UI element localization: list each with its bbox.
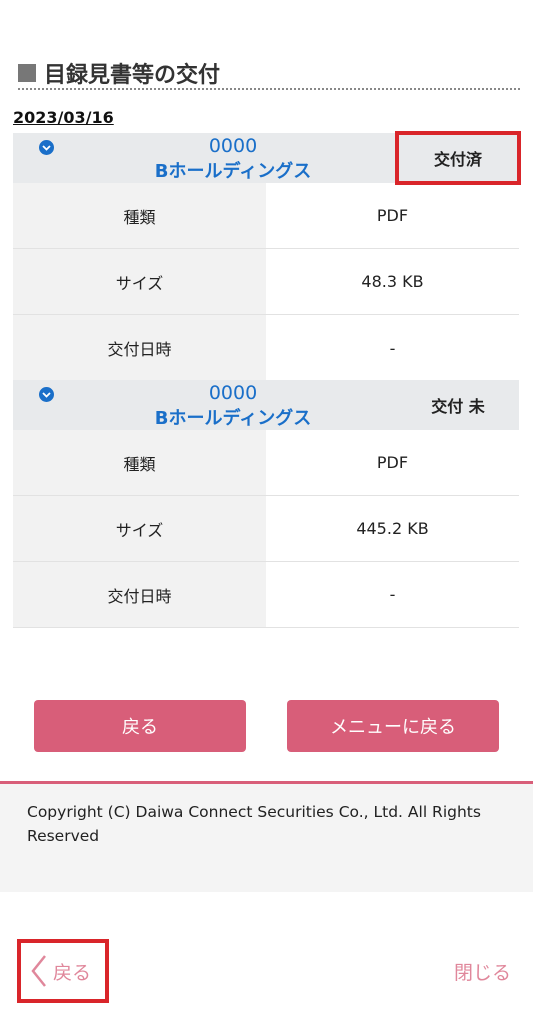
row-label: サイズ [13,249,266,314]
document-header[interactable]: 0000 Bホールディングス 交付 未 [13,380,519,430]
document-name[interactable]: Bホールディングス [133,157,333,183]
table-row: 種類 PDF [13,430,519,496]
delivery-status: 交付 未 [431,397,485,416]
bottom-back-button[interactable]: 戻る [17,939,109,1003]
chevron-down-icon[interactable] [39,387,54,402]
row-label: 種類 [13,430,266,495]
chevron-down-icon[interactable] [39,140,54,155]
table-row: 交付日時 - [13,562,519,628]
title-square-icon [18,64,36,82]
table-row: サイズ 445.2 KB [13,496,519,562]
close-button[interactable]: 閉じる [454,958,511,985]
menu-button[interactable]: メニューに戻る [287,700,499,752]
table-row: サイズ 48.3 KB [13,249,519,315]
back-button[interactable]: 戻る [34,700,246,752]
bottom-back-label: 戻る [53,961,92,984]
row-value: PDF [376,206,409,225]
row-label: 交付日時 [13,562,266,627]
row-label: 種類 [13,183,266,248]
footer: Copyright (C) Daiwa Connect Securities C… [0,784,533,892]
document-card: 0000 Bホールディングス 交付済 種類 PDF サイズ 48.3 KB 交付… [13,131,521,381]
date-heading: 2023/03/16 [13,108,114,127]
row-label: サイズ [13,496,266,561]
table-row: 交付日時 - [13,315,519,381]
delivery-status: 交付済 [395,131,521,185]
row-label: 交付日時 [13,315,266,381]
page-title: 目録見書等の交付 [18,58,520,90]
row-value: PDF [376,453,409,472]
row-value: 445.2 KB [356,519,429,538]
document-name[interactable]: Bホールディングス [133,404,333,430]
row-value: - [389,338,396,358]
copyright-text: Copyright (C) Daiwa Connect Securities C… [27,803,481,845]
document-code: 0000 [208,135,258,157]
document-card: 0000 Bホールディングス 交付 未 種類 PDF サイズ 445.2 KB … [13,380,519,628]
table-row: 種類 PDF [13,183,519,249]
row-value: - [389,585,396,604]
document-header[interactable]: 0000 Bホールディングス 交付済 [13,131,521,185]
page-title-text: 目録見書等の交付 [44,63,221,88]
document-code: 0000 [208,382,258,404]
chevron-left-icon [31,955,46,987]
row-value: 48.3 KB [361,272,424,291]
